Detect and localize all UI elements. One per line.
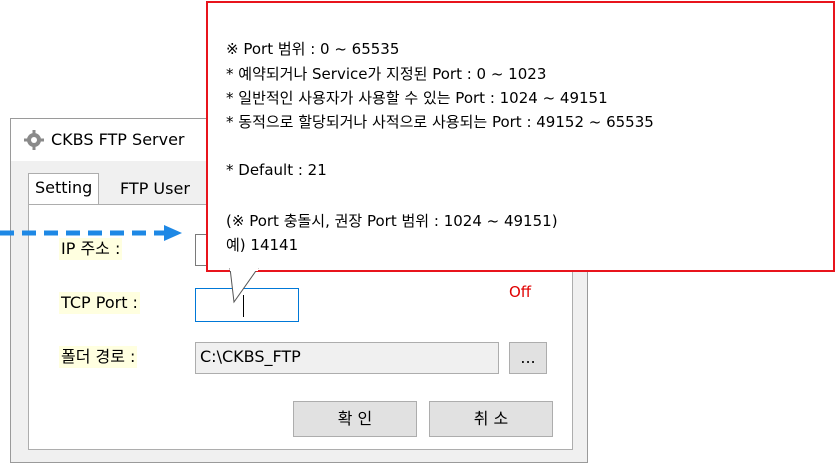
tooltip-line: 예) 14141 bbox=[226, 236, 299, 254]
tooltip-line: * 동적으로 할당되거나 사적으로 사용되는 Port : 49152 ~ 65… bbox=[226, 113, 654, 131]
tooltip-line: (※ Port 충돌시, 권장 Port 범위 : 1024 ~ 49151) bbox=[226, 212, 558, 230]
tooltip-tail bbox=[229, 268, 259, 304]
tooltip-line: ※ Port 범위 : 0 ~ 65535 bbox=[226, 40, 400, 58]
tooltip-line: * 예약되거나 Service가 지정된 Port : 0 ~ 1023 bbox=[226, 65, 547, 83]
tooltip-line: * Default : 21 bbox=[226, 161, 327, 179]
port-range-tooltip: ※ Port 범위 : 0 ~ 65535 * 예약되거나 Service가 지… bbox=[206, 1, 835, 272]
tooltip-line: * 일반적인 사용자가 사용할 수 있는 Port : 1024 ~ 49151 bbox=[226, 89, 608, 107]
